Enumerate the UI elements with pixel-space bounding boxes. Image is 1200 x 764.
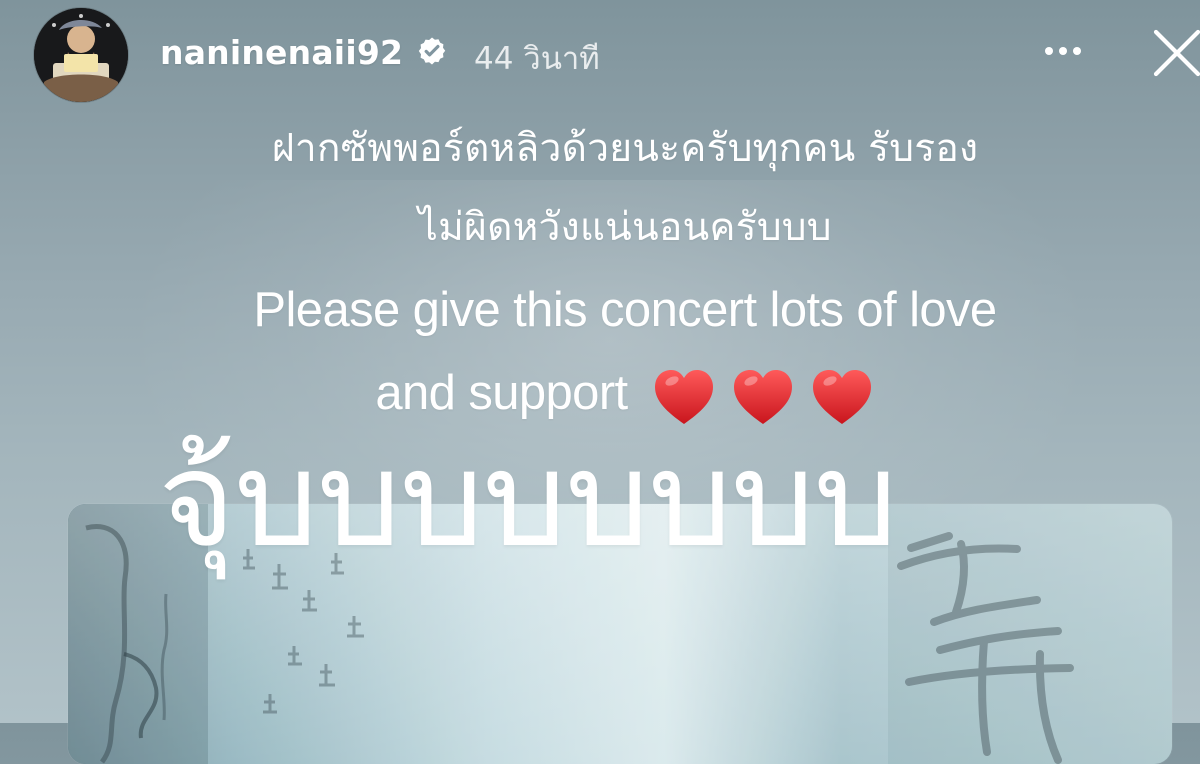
caption-thai-line-1: ฝากซัพพอร์ตหลิวด้วยนะครับทุกคน รับรอง [271, 126, 979, 171]
more-options-icon [1045, 47, 1053, 55]
story-text-sticker: จุ้บบบบบบบบ [158, 423, 898, 577]
more-options-button[interactable] [1036, 34, 1090, 68]
more-options-icon [1059, 47, 1067, 55]
caption-english-line-1: Please give this concert lots of love [253, 283, 997, 337]
profile-avatar[interactable] [34, 8, 128, 102]
close-button[interactable] [1148, 24, 1200, 82]
caption-thai-line-2: ไม่ผิดหวังแน่นอนครับบบ [418, 205, 832, 250]
verified-badge-icon [418, 37, 446, 65]
caption-english-line-2-text: and support [375, 365, 628, 420]
story-timestamp: 44 วินาที [474, 41, 600, 77]
red-heart-icon [654, 370, 713, 424]
more-options-icon [1073, 47, 1081, 55]
close-icon [1153, 29, 1200, 77]
red-heart-icon [812, 370, 871, 424]
caption-english-line-2: and support [120, 364, 1130, 428]
red-heart-icon [733, 370, 792, 424]
story-username[interactable]: naninenaii92 [160, 33, 403, 72]
heart-emoji-group [651, 366, 875, 430]
avatar-image [34, 8, 128, 102]
instagram-story-view: naninenaii92 44 วินาที ฝากซัพพอร์ตหลิวด้… [0, 0, 1200, 764]
story-header: naninenaii92 44 วินาที [0, 0, 1200, 110]
